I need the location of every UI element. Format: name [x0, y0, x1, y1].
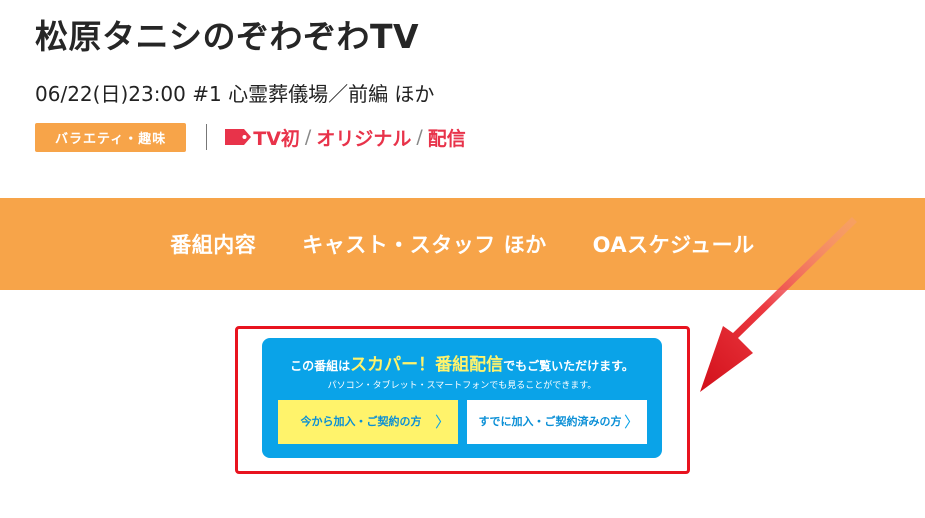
arrow-icon — [700, 217, 857, 392]
